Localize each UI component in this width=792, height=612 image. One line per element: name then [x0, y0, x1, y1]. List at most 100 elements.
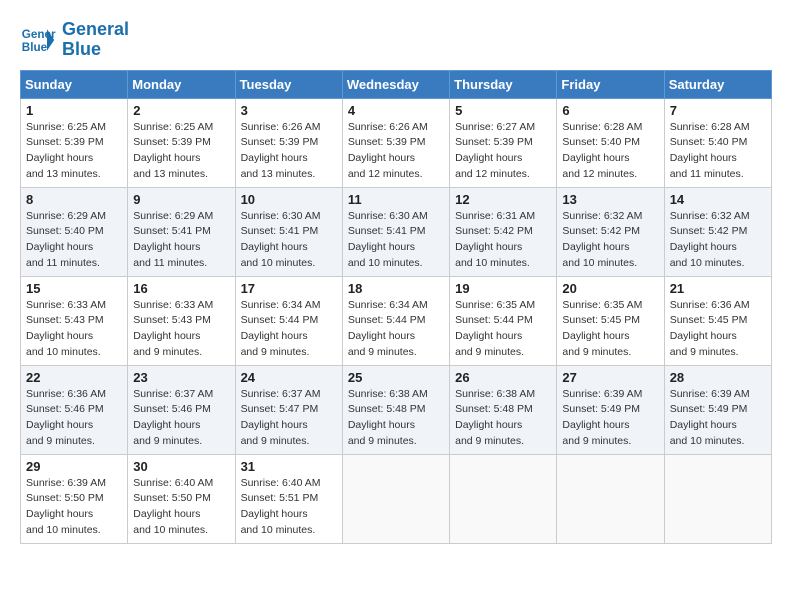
- page-header: General Blue GeneralBlue: [20, 20, 772, 60]
- logo-icon: General Blue: [20, 22, 56, 58]
- day-info: Sunrise: 6:40 AMSunset: 5:51 PMDaylight …: [241, 476, 337, 539]
- calendar-week-3: 15 Sunrise: 6:33 AMSunset: 5:43 PMDayligh…: [21, 276, 772, 365]
- day-info: Sunrise: 6:36 AMSunset: 5:46 PMDaylight …: [26, 387, 122, 450]
- weekday-header-friday: Friday: [557, 70, 664, 98]
- day-info: Sunrise: 6:39 AMSunset: 5:49 PMDaylight …: [670, 387, 766, 450]
- calendar-cell: 13 Sunrise: 6:32 AMSunset: 5:42 PMDayligh…: [557, 187, 664, 276]
- calendar-week-1: 1 Sunrise: 6:25 AMSunset: 5:39 PMDaylight…: [21, 98, 772, 187]
- day-info: Sunrise: 6:32 AMSunset: 5:42 PMDaylight …: [562, 209, 658, 272]
- calendar-cell: 11 Sunrise: 6:30 AMSunset: 5:41 PMDayligh…: [342, 187, 449, 276]
- day-number: 23: [133, 370, 229, 385]
- day-number: 11: [348, 192, 444, 207]
- calendar-cell: 1Sunrise: 6:25 AMSunset: 5:39 PMDaylight…: [21, 98, 128, 187]
- calendar-cell: 30 Sunrise: 6:40 AMSunset: 5:50 PMDayligh…: [128, 454, 235, 543]
- calendar-cell: 5 Sunrise: 6:27 AMSunset: 5:39 PMDaylight…: [450, 98, 557, 187]
- calendar-cell: 2 Sunrise: 6:25 AMSunset: 5:39 PMDaylight…: [128, 98, 235, 187]
- weekday-header-thursday: Thursday: [450, 70, 557, 98]
- weekday-header-wednesday: Wednesday: [342, 70, 449, 98]
- calendar-cell: 4 Sunrise: 6:26 AMSunset: 5:39 PMDaylight…: [342, 98, 449, 187]
- day-info: Sunrise: 6:28 AMSunset: 5:40 PMDaylight …: [670, 120, 766, 183]
- logo: General Blue GeneralBlue: [20, 20, 129, 60]
- calendar-cell: [342, 454, 449, 543]
- calendar-cell: 24 Sunrise: 6:37 AMSunset: 5:47 PMDayligh…: [235, 365, 342, 454]
- day-number: 10: [241, 192, 337, 207]
- calendar-cell: 12Sunrise: 6:31 AMSunset: 5:42 PMDayligh…: [450, 187, 557, 276]
- weekday-header-monday: Monday: [128, 70, 235, 98]
- day-number: 24: [241, 370, 337, 385]
- day-info: Sunrise: 6:25 AMSunset: 5:39 PMDaylight …: [133, 120, 229, 183]
- day-number: 9: [133, 192, 229, 207]
- calendar-cell: 17Sunrise: 6:34 AMSunset: 5:44 PMDayligh…: [235, 276, 342, 365]
- day-info: Sunrise: 6:38 AMSunset: 5:48 PMDaylight …: [455, 387, 551, 450]
- day-info: Sunrise: 6:39 AMSunset: 5:50 PMDaylight …: [26, 476, 122, 539]
- day-info: Sunrise: 6:36 AMSunset: 5:45 PMDaylight …: [670, 298, 766, 361]
- day-info: Sunrise: 6:34 AMSunset: 5:44 PMDaylight …: [348, 298, 444, 361]
- calendar-cell: 8 Sunrise: 6:29 AMSunset: 5:40 PMDaylight…: [21, 187, 128, 276]
- day-number: 14: [670, 192, 766, 207]
- calendar-cell: 29 Sunrise: 6:39 AMSunset: 5:50 PMDayligh…: [21, 454, 128, 543]
- calendar-cell: 18 Sunrise: 6:34 AMSunset: 5:44 PMDayligh…: [342, 276, 449, 365]
- day-number: 5: [455, 103, 551, 118]
- day-info: Sunrise: 6:29 AMSunset: 5:40 PMDaylight …: [26, 209, 122, 272]
- day-info: Sunrise: 6:26 AMSunset: 5:39 PMDaylight …: [348, 120, 444, 183]
- day-info: Sunrise: 6:40 AMSunset: 5:50 PMDaylight …: [133, 476, 229, 539]
- calendar-cell: 22Sunrise: 6:36 AMSunset: 5:46 PMDayligh…: [21, 365, 128, 454]
- calendar-cell: 20 Sunrise: 6:35 AMSunset: 5:45 PMDayligh…: [557, 276, 664, 365]
- day-info: Sunrise: 6:26 AMSunset: 5:39 PMDaylight …: [241, 120, 337, 183]
- day-info: Sunrise: 6:27 AMSunset: 5:39 PMDaylight …: [455, 120, 551, 183]
- calendar-cell: 19Sunrise: 6:35 AMSunset: 5:44 PMDayligh…: [450, 276, 557, 365]
- svg-text:Blue: Blue: [22, 41, 48, 54]
- day-number: 28: [670, 370, 766, 385]
- calendar-cell: [557, 454, 664, 543]
- day-info: Sunrise: 6:37 AMSunset: 5:46 PMDaylight …: [133, 387, 229, 450]
- day-number: 3: [241, 103, 337, 118]
- calendar-cell: 28 Sunrise: 6:39 AMSunset: 5:49 PMDayligh…: [664, 365, 771, 454]
- day-number: 17: [241, 281, 337, 296]
- day-number: 15: [26, 281, 122, 296]
- calendar-week-4: 22Sunrise: 6:36 AMSunset: 5:46 PMDayligh…: [21, 365, 772, 454]
- logo-text: GeneralBlue: [62, 20, 129, 60]
- day-info: Sunrise: 6:37 AMSunset: 5:47 PMDaylight …: [241, 387, 337, 450]
- calendar-cell: [664, 454, 771, 543]
- calendar-cell: 26 Sunrise: 6:38 AMSunset: 5:48 PMDayligh…: [450, 365, 557, 454]
- day-number: 30: [133, 459, 229, 474]
- day-number: 1: [26, 103, 122, 118]
- calendar-cell: 31 Sunrise: 6:40 AMSunset: 5:51 PMDayligh…: [235, 454, 342, 543]
- day-number: 27: [562, 370, 658, 385]
- day-number: 8: [26, 192, 122, 207]
- day-info: Sunrise: 6:39 AMSunset: 5:49 PMDaylight …: [562, 387, 658, 450]
- day-info: Sunrise: 6:31 AMSunset: 5:42 PMDaylight …: [455, 209, 551, 272]
- day-info: Sunrise: 6:38 AMSunset: 5:48 PMDaylight …: [348, 387, 444, 450]
- day-number: 20: [562, 281, 658, 296]
- calendar-cell: 9 Sunrise: 6:29 AMSunset: 5:41 PMDaylight…: [128, 187, 235, 276]
- calendar-cell: 21Sunrise: 6:36 AMSunset: 5:45 PMDayligh…: [664, 276, 771, 365]
- weekday-header-tuesday: Tuesday: [235, 70, 342, 98]
- day-info: Sunrise: 6:30 AMSunset: 5:41 PMDaylight …: [241, 209, 337, 272]
- day-number: 29: [26, 459, 122, 474]
- day-info: Sunrise: 6:28 AMSunset: 5:40 PMDaylight …: [562, 120, 658, 183]
- day-number: 18: [348, 281, 444, 296]
- day-info: Sunrise: 6:33 AMSunset: 5:43 PMDaylight …: [133, 298, 229, 361]
- day-number: 13: [562, 192, 658, 207]
- calendar-cell: 23 Sunrise: 6:37 AMSunset: 5:46 PMDayligh…: [128, 365, 235, 454]
- weekday-header-saturday: Saturday: [664, 70, 771, 98]
- day-number: 2: [133, 103, 229, 118]
- day-number: 31: [241, 459, 337, 474]
- day-number: 16: [133, 281, 229, 296]
- day-number: 7: [670, 103, 766, 118]
- day-number: 26: [455, 370, 551, 385]
- day-info: Sunrise: 6:30 AMSunset: 5:41 PMDaylight …: [348, 209, 444, 272]
- day-info: Sunrise: 6:32 AMSunset: 5:42 PMDaylight …: [670, 209, 766, 272]
- day-number: 4: [348, 103, 444, 118]
- calendar-cell: 10 Sunrise: 6:30 AMSunset: 5:41 PMDayligh…: [235, 187, 342, 276]
- calendar-cell: 16 Sunrise: 6:33 AMSunset: 5:43 PMDayligh…: [128, 276, 235, 365]
- calendar-cell: 27 Sunrise: 6:39 AMSunset: 5:49 PMDayligh…: [557, 365, 664, 454]
- calendar-cell: 3 Sunrise: 6:26 AMSunset: 5:39 PMDaylight…: [235, 98, 342, 187]
- day-info: Sunrise: 6:29 AMSunset: 5:41 PMDaylight …: [133, 209, 229, 272]
- calendar-cell: 15Sunrise: 6:33 AMSunset: 5:43 PMDayligh…: [21, 276, 128, 365]
- day-info: Sunrise: 6:35 AMSunset: 5:45 PMDaylight …: [562, 298, 658, 361]
- calendar-week-2: 8 Sunrise: 6:29 AMSunset: 5:40 PMDaylight…: [21, 187, 772, 276]
- day-number: 25: [348, 370, 444, 385]
- calendar-cell: 14 Sunrise: 6:32 AMSunset: 5:42 PMDayligh…: [664, 187, 771, 276]
- calendar-cell: [450, 454, 557, 543]
